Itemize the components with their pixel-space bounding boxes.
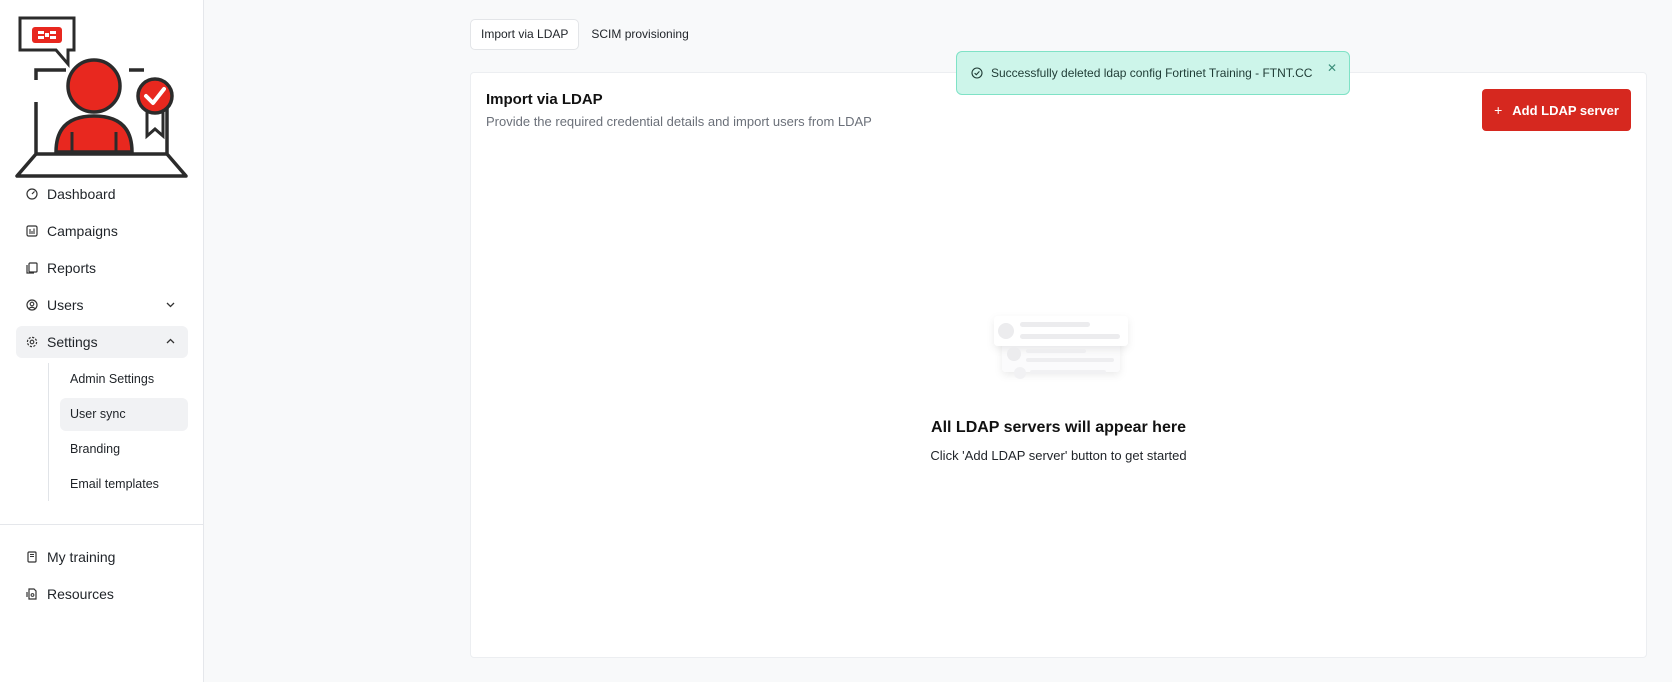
close-icon[interactable]: ✕ <box>1327 61 1337 75</box>
chevron-down-icon[interactable] <box>165 299 176 310</box>
sidebar-subitem-admin-settings[interactable]: Admin Settings <box>60 363 188 396</box>
toast-message: Successfully deleted ldap config Fortine… <box>991 66 1313 80</box>
sync-tabs: Import via LDAP SCIM provisioning <box>470 19 701 50</box>
sidebar-item-label: Campaigns <box>47 223 118 239</box>
sidebar-item-users[interactable]: Users <box>16 289 188 321</box>
sidebar-item-settings[interactable]: Settings <box>16 326 188 358</box>
sidebar-item-dashboard[interactable]: Dashboard <box>16 178 188 210</box>
check-circle-icon <box>971 67 983 79</box>
empty-state-title: All LDAP servers will appear here <box>931 419 1186 436</box>
sidebar-divider <box>0 524 204 525</box>
chevron-up-icon[interactable] <box>165 336 176 347</box>
tab-import-via-ldap[interactable]: Import via LDAP <box>470 19 580 50</box>
add-ldap-server-button[interactable]: + Add LDAP server <box>1482 89 1631 131</box>
sidebar-subitem-branding[interactable]: Branding <box>60 433 188 466</box>
sidebar-item-label: Resources <box>47 586 114 602</box>
sidebar-item-campaigns[interactable]: Campaigns <box>16 215 188 247</box>
book-icon <box>26 551 38 563</box>
resources-icon <box>26 588 38 600</box>
ldap-card: Import via LDAP Provide the required cre… <box>470 72 1647 658</box>
sidebar: Dashboard Campaigns Reports Users Settin… <box>0 0 204 682</box>
sidebar-item-my-training[interactable]: My training <box>16 541 188 573</box>
empty-list-illustration <box>986 308 1136 398</box>
dashboard-icon <box>26 188 38 200</box>
sidebar-item-label: Users <box>47 297 84 313</box>
sidebar-subitem-email-templates[interactable]: Email templates <box>60 468 188 501</box>
main-nav: Dashboard Campaigns Reports Users Settin… <box>16 178 188 503</box>
sidebar-subitem-user-sync[interactable]: User sync <box>60 398 188 431</box>
empty-state-subtitle: Click 'Add LDAP server' button to get st… <box>930 448 1187 463</box>
sidebar-item-label: My training <box>47 549 116 565</box>
sidebar-item-label: Dashboard <box>47 186 116 202</box>
bottom-nav: My training Resources <box>16 541 188 615</box>
card-subtitle: Provide the required credential details … <box>486 114 872 129</box>
tab-scim-provisioning[interactable]: SCIM provisioning <box>580 19 699 50</box>
card-title: Import via LDAP <box>486 91 603 108</box>
sidebar-item-resources[interactable]: Resources <box>16 578 188 610</box>
gear-icon <box>26 336 38 348</box>
sidebar-item-reports[interactable]: Reports <box>16 252 188 284</box>
users-icon <box>26 299 38 311</box>
success-toast: Successfully deleted ldap config Fortine… <box>956 51 1350 95</box>
sidebar-item-label: Reports <box>47 260 97 276</box>
campaigns-icon <box>26 225 38 237</box>
add-ldap-server-label: Add LDAP server <box>1512 102 1619 118</box>
sidebar-item-label: Settings <box>47 334 98 350</box>
fortinet-training-logo[interactable] <box>14 14 192 182</box>
settings-subnav: Admin Settings User sync Branding Email … <box>44 363 188 501</box>
plus-icon: + <box>1494 102 1503 118</box>
reports-icon <box>26 262 38 274</box>
